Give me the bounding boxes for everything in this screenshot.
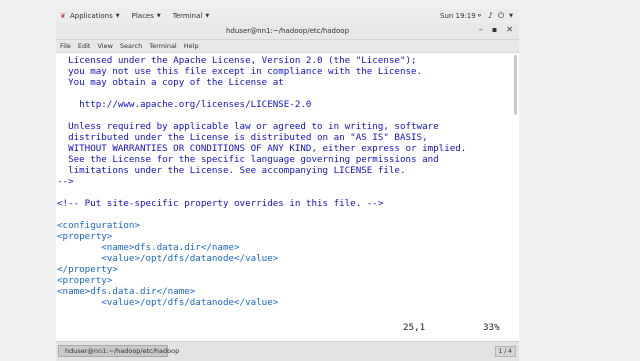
power-icon: ⏻	[497, 11, 505, 20]
terminal-window: hduser@nn1:~/hadoop/etc/hadoop – ▪ ✕ Fil…	[56, 23, 519, 341]
editor-line: <value>/opt/dfs/datanode</value>	[57, 253, 279, 264]
window-title: hduser@nn1:~/hadoop/etc/hadoop	[225, 27, 350, 35]
places-label: Places	[131, 12, 154, 20]
taskbar-terminal-item[interactable]: hduser@nn1:~/hadoop/etc/hadoop	[58, 345, 179, 357]
terminal-app-label: Terminal	[172, 12, 203, 20]
chevron-down-icon: ▼	[205, 13, 210, 19]
editor-line: <configuration>	[57, 220, 140, 231]
menu-edit[interactable]: Edit	[78, 42, 91, 50]
top-bar: ❦ Applications ▼ Places ▼ Terminal ▼ Sun…	[56, 9, 519, 23]
terminal-content[interactable]: Licensed under the Apache License, Versi…	[56, 53, 519, 341]
editor-line: <property>	[57, 231, 113, 242]
editor-line: limitations under the License. See accom…	[57, 165, 406, 176]
scroll-percent: 33%	[483, 322, 500, 333]
editor-line: WITHOUT WARRANTIES OR CONDITIONS OF ANY …	[57, 143, 467, 154]
minimize-button[interactable]: –	[479, 25, 483, 34]
terminal-app-menu[interactable]: Terminal ▼	[173, 12, 209, 20]
system-tray[interactable]: ⚬ ♪ ⏻ ▼	[476, 11, 513, 21]
close-button[interactable]: ✕	[506, 25, 513, 34]
editor-line: distributed under the License is distrib…	[57, 132, 428, 143]
editor-line: <value>/opt/dfs/datanode</value>	[57, 297, 279, 308]
editor-line: Licensed under the Apache License, Versi…	[57, 55, 417, 66]
editor-line: See the License for the specific languag…	[57, 154, 439, 165]
gnome-foot-icon: ❦	[60, 12, 66, 20]
vim-status-line: 25,1 33%	[56, 322, 519, 334]
menu-search[interactable]: Search	[120, 42, 142, 50]
applications-menu[interactable]: ❦ Applications ▼	[60, 12, 120, 20]
chevron-down-icon: ▼	[156, 13, 161, 19]
volume-icon: ♪	[487, 11, 493, 20]
menu-terminal[interactable]: Terminal	[149, 42, 176, 50]
editor-line: you may not use this file except in comp…	[57, 66, 423, 77]
workspace-pager[interactable]: 1 / 4	[494, 346, 516, 357]
places-menu[interactable]: Places ▼	[132, 12, 161, 20]
menu-view[interactable]: View	[97, 42, 112, 50]
editor-line: -->	[57, 176, 74, 187]
window-titlebar[interactable]: hduser@nn1:~/hadoop/etc/hadoop – ▪ ✕	[56, 23, 519, 40]
editor-line: <!-- Put site-specific property override…	[57, 198, 384, 209]
editor-line: </property>	[57, 264, 118, 275]
editor-line: <property>	[57, 275, 113, 286]
scrollbar-thumb[interactable]	[514, 55, 517, 115]
clock[interactable]: Sun 19:19	[440, 12, 476, 20]
menu-help[interactable]: Help	[184, 42, 199, 50]
menu-file[interactable]: File	[60, 42, 71, 50]
network-icon: ⚬	[476, 11, 483, 20]
bottom-taskbar: hduser@nn1:~/hadoop/etc/hadoop 1 / 4	[56, 341, 519, 361]
editor-line: You may obtain a copy of the License at	[57, 77, 284, 88]
maximize-button[interactable]: ▪	[492, 25, 497, 34]
chevron-down-icon: ▼	[115, 13, 120, 19]
chevron-down-icon: ▼	[509, 13, 513, 19]
editor-line: <name>dfs.data.dir</name>	[57, 286, 196, 297]
taskbar-item-label: hduser@nn1:~/hadoop/etc/hadoop	[65, 347, 180, 355]
applications-label: Applications	[70, 12, 113, 20]
editor-line: <name>dfs.data.dir</name>	[57, 242, 240, 253]
scrollbar[interactable]	[514, 53, 518, 341]
menu-bar: File Edit View Search Terminal Help	[56, 40, 519, 53]
cursor-position: 25,1	[403, 322, 426, 333]
editor-line: http://www.apache.org/licenses/LICENSE-2…	[57, 99, 312, 110]
editor-line: Unless required by applicable law or agr…	[57, 121, 439, 132]
